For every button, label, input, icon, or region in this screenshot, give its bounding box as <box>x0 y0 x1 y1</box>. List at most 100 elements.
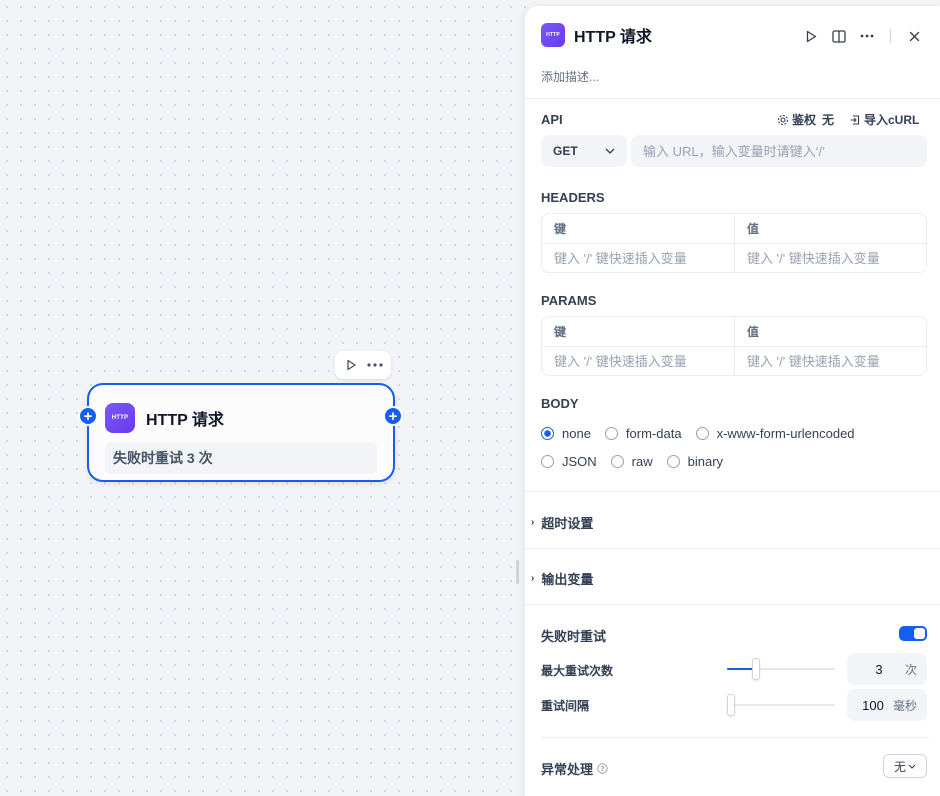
more-icon[interactable] <box>856 25 878 47</box>
table-header-row: 键 值 <box>542 317 926 346</box>
retry-interval-value: 100 <box>862 697 884 713</box>
play-icon[interactable] <box>800 25 822 47</box>
node-input-handle[interactable]: + <box>78 406 98 426</box>
slider-thumb[interactable] <box>727 694 735 716</box>
body-type-row-2: JSON raw binary <box>541 454 723 469</box>
radio-label: form-data <box>625 426 682 441</box>
gear-icon <box>777 114 789 125</box>
radio-dot <box>604 427 618 440</box>
radio-label: none <box>562 426 591 441</box>
panel-header: HTTP HTTP 请求 <box>541 23 652 47</box>
error-handling-label: 异常处理 <box>541 762 594 777</box>
radio-dot <box>666 455 680 468</box>
play-icon[interactable] <box>340 354 362 376</box>
close-icon[interactable] <box>903 25 925 47</box>
params-table: 键 值 <box>541 316 927 376</box>
body-option-json[interactable]: JSON <box>541 454 597 469</box>
divider <box>525 604 940 605</box>
chevron-down-icon <box>908 764 916 769</box>
chevron-down-icon <box>605 148 615 154</box>
radio-label: x-www-form-urlencoded <box>716 426 855 441</box>
retry-interval-label: 重试间隔 <box>541 699 590 713</box>
error-handling-value: 无 <box>893 759 906 774</box>
panel-title[interactable]: HTTP 请求 <box>574 23 652 47</box>
retry-label: 失败时重试 <box>541 629 607 644</box>
radio-label: binary <box>687 454 724 469</box>
method-select[interactable]: GET <box>541 135 627 167</box>
value-column-header: 值 <box>734 214 926 243</box>
body-option-urlencoded[interactable]: x-www-form-urlencoded <box>695 426 855 441</box>
radio-label: raw <box>631 454 653 469</box>
body-option-none[interactable]: none <box>541 426 591 441</box>
value-cell <box>734 347 926 375</box>
timeout-label: 超时设置 <box>541 516 594 531</box>
divider <box>525 98 940 99</box>
url-input[interactable] <box>631 135 927 167</box>
auth-button[interactable]: 鉴权 无 <box>777 111 834 128</box>
node-header: HTTP HTTP 请求 <box>105 403 224 433</box>
headers-table: 键 值 <box>541 213 927 273</box>
method-value: GET <box>553 144 578 158</box>
param-key-input[interactable] <box>554 353 722 369</box>
header-divider <box>890 29 891 43</box>
http-logo-icon: HTTP <box>541 23 565 47</box>
header-value-input[interactable] <box>747 250 914 266</box>
output-variables-toggle[interactable]: › 输出变量 <box>531 569 593 588</box>
help-icon[interactable]: ? <box>597 763 608 774</box>
node-title: HTTP 请求 <box>146 412 224 429</box>
table-row <box>542 346 926 375</box>
table-header-row: 键 值 <box>542 214 926 243</box>
chevron-right-icon: › <box>531 517 535 528</box>
radio-dot <box>541 427 554 440</box>
http-request-node[interactable]: HTTP HTTP 请求 失败时重试 3 次 <box>87 383 395 482</box>
value-cell <box>734 244 926 272</box>
retry-interval-input[interactable]: 100 毫秒 <box>847 689 927 721</box>
import-curl-label: 导入cURL <box>864 113 920 127</box>
value-column-header: 值 <box>734 317 926 346</box>
error-handling-select[interactable]: 无 <box>883 754 927 778</box>
node-settings-panel: HTTP HTTP 请求 添加描述... API 鉴权 无 导入cURL GET… <box>524 6 940 796</box>
header-key-input[interactable] <box>554 250 722 266</box>
panel-actions <box>800 25 925 47</box>
key-column-header: 键 <box>554 325 567 339</box>
body-option-form-data[interactable]: form-data <box>604 426 682 441</box>
http-logo-icon: HTTP <box>105 403 135 433</box>
node-output-handle[interactable]: + <box>383 406 403 426</box>
node-toolbar <box>335 351 391 379</box>
key-column-header: 键 <box>554 222 567 236</box>
radio-label: JSON <box>562 454 597 469</box>
output-label: 输出变量 <box>541 572 594 587</box>
divider <box>525 548 940 549</box>
table-row <box>542 243 926 272</box>
import-icon <box>850 114 860 125</box>
chevron-right-icon: › <box>531 573 535 584</box>
retry-toggle[interactable] <box>899 626 927 641</box>
retry-interval-slider[interactable] <box>727 694 835 716</box>
key-cell <box>542 244 734 272</box>
slider-thumb[interactable] <box>752 658 760 680</box>
panel-resize-handle[interactable] <box>516 560 519 584</box>
split-view-icon[interactable] <box>828 25 850 47</box>
max-retries-slider[interactable] <box>727 658 835 680</box>
max-retries-input[interactable]: 3 次 <box>847 653 927 685</box>
description-input[interactable]: 添加描述... <box>541 68 599 85</box>
error-handling-label-row: 异常处理 ? <box>541 759 608 778</box>
body-option-raw[interactable]: raw <box>610 454 653 469</box>
max-retries-value: 3 <box>875 661 883 677</box>
max-retries-label: 最大重试次数 <box>541 664 614 678</box>
radio-dot <box>610 455 624 468</box>
body-label: BODY <box>541 396 579 411</box>
param-value-input[interactable] <box>747 353 914 369</box>
import-curl-button[interactable]: 导入cURL <box>849 111 919 128</box>
svg-text:?: ? <box>600 765 604 773</box>
node-retry-info: 失败时重试 3 次 <box>105 442 377 474</box>
body-option-binary[interactable]: binary <box>666 454 724 469</box>
divider <box>541 737 929 738</box>
timeout-settings-toggle[interactable]: › 超时设置 <box>531 513 593 532</box>
more-icon[interactable] <box>364 354 386 376</box>
key-cell <box>542 347 734 375</box>
retry-interval-unit: 毫秒 <box>892 698 917 713</box>
divider <box>525 491 940 492</box>
headers-label: HEADERS <box>541 190 605 205</box>
params-label: PARAMS <box>541 293 597 308</box>
